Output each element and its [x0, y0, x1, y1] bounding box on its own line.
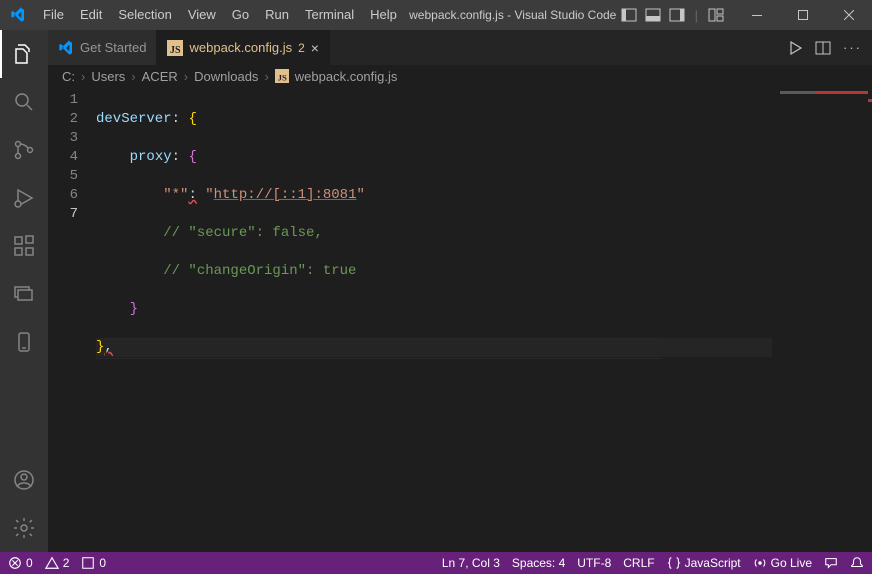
tab-modified-badge: 2: [298, 41, 305, 55]
toggle-sidebar-left-icon[interactable]: [621, 7, 637, 23]
status-warnings[interactable]: 2: [45, 556, 70, 570]
selection-icon: [81, 556, 95, 570]
toggle-panel-icon[interactable]: [645, 7, 661, 23]
breadcrumb-segment[interactable]: Users: [91, 69, 125, 84]
main-menu: File Edit Selection View Go Run Terminal…: [35, 0, 405, 30]
status-feedback[interactable]: [824, 556, 838, 570]
search-tab[interactable]: [0, 78, 48, 126]
breadcrumb-segment[interactable]: webpack.config.js: [295, 69, 398, 84]
window-title: webpack.config.js - Visual Studio Code: [405, 8, 621, 22]
activity-bar: [0, 30, 48, 552]
menu-selection[interactable]: Selection: [110, 0, 179, 30]
code-editor[interactable]: 1 2 3 4 5 6 7 devServer: { proxy: { "*":…: [48, 87, 872, 552]
braces-icon: [667, 556, 681, 570]
status-eol[interactable]: CRLF: [623, 556, 654, 570]
error-icon: [8, 556, 22, 570]
breadcrumbs[interactable]: C:› Users› ACER› Downloads› JS webpack.c…: [48, 65, 872, 87]
status-cursor-pos[interactable]: Ln 7, Col 3: [442, 556, 500, 570]
maximize-button[interactable]: [780, 0, 826, 30]
layout-controls: |: [621, 7, 734, 23]
extensions-tab[interactable]: [0, 222, 48, 270]
menu-help[interactable]: Help: [362, 0, 405, 30]
status-bell[interactable]: [850, 556, 864, 570]
minimap[interactable]: [772, 87, 872, 552]
run-icon[interactable]: [787, 40, 803, 56]
code-content[interactable]: devServer: { proxy: { "*": "http://[::1]…: [96, 87, 772, 552]
warning-icon: [45, 556, 59, 570]
run-debug-tab[interactable]: [0, 174, 48, 222]
menu-terminal[interactable]: Terminal: [297, 0, 362, 30]
minimize-button[interactable]: [734, 0, 780, 30]
window-controls: [734, 0, 872, 30]
breadcrumb-segment[interactable]: C:: [62, 69, 75, 84]
vscode-icon: [58, 40, 74, 56]
editor-actions: ···: [777, 30, 872, 65]
close-button[interactable]: [826, 0, 872, 30]
split-editor-icon[interactable]: [815, 40, 831, 56]
javascript-icon: JS: [275, 69, 289, 83]
more-actions-icon[interactable]: ···: [843, 40, 862, 55]
title-bar: File Edit Selection View Go Run Terminal…: [0, 0, 872, 30]
status-encoding[interactable]: UTF-8: [577, 556, 611, 570]
accounts-tab[interactable]: [0, 456, 48, 504]
tab-label: webpack.config.js: [189, 40, 292, 55]
feedback-icon: [824, 556, 838, 570]
svg-text:JS: JS: [277, 72, 286, 82]
breadcrumb-segment[interactable]: Downloads: [194, 69, 258, 84]
explorer-tab[interactable]: [0, 30, 48, 78]
menu-go[interactable]: Go: [224, 0, 257, 30]
broadcast-icon: [753, 556, 767, 570]
source-control-tab[interactable]: [0, 126, 48, 174]
status-language[interactable]: JavaScript: [667, 556, 741, 570]
menu-edit[interactable]: Edit: [72, 0, 110, 30]
close-icon[interactable]: ×: [311, 41, 319, 55]
toggle-sidebar-right-icon[interactable]: [669, 7, 685, 23]
javascript-icon: JS: [167, 40, 183, 56]
vscode-logo-icon: [0, 7, 35, 23]
settings-tab[interactable]: [0, 504, 48, 552]
tab-get-started[interactable]: Get Started: [48, 30, 157, 65]
status-bar: 0 2 0 Ln 7, Col 3 Spaces: 4 UTF-8 CRLF J…: [0, 552, 872, 574]
menu-run[interactable]: Run: [257, 0, 297, 30]
breadcrumb-segment[interactable]: ACER: [142, 69, 178, 84]
menu-view[interactable]: View: [180, 0, 224, 30]
menu-file[interactable]: File: [35, 0, 72, 30]
editor-area: Get Started JS webpack.config.js 2 × ···…: [48, 30, 872, 552]
line-gutter: 1 2 3 4 5 6 7: [48, 87, 96, 552]
bell-icon: [850, 556, 864, 570]
status-indent[interactable]: Spaces: 4: [512, 556, 565, 570]
tab-label: Get Started: [80, 40, 146, 55]
svg-text:JS: JS: [170, 45, 181, 56]
status-errors[interactable]: 0: [8, 556, 33, 570]
customize-layout-icon[interactable]: [708, 7, 724, 23]
editor-tabs: Get Started JS webpack.config.js 2 × ···: [48, 30, 872, 65]
tab-webpack-config[interactable]: JS webpack.config.js 2 ×: [157, 30, 330, 65]
status-selections[interactable]: 0: [81, 556, 106, 570]
status-go-live[interactable]: Go Live: [753, 556, 812, 570]
docker-tab[interactable]: [0, 270, 48, 318]
mobile-tab[interactable]: [0, 318, 48, 366]
